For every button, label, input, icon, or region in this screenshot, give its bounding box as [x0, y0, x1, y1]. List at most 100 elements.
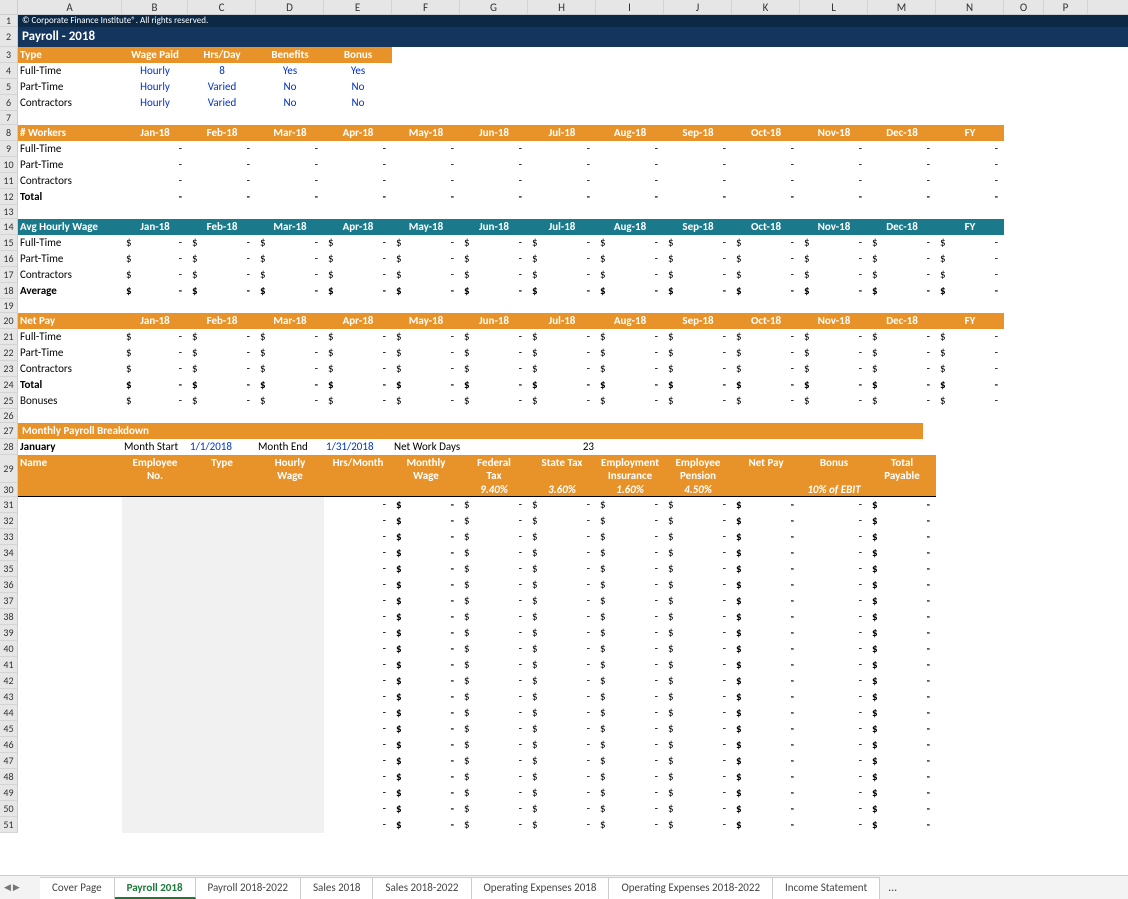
cell[interactable]: [122, 483, 188, 497]
cell[interactable]: [460, 439, 528, 455]
emppen-cell[interactable]: $-: [664, 721, 732, 737]
empins-cell[interactable]: $-: [596, 593, 664, 609]
month-Feb-18[interactable]: Feb-18: [188, 219, 256, 235]
fedtax-cell[interactable]: $-: [460, 545, 528, 561]
row-18[interactable]: 18: [0, 283, 18, 299]
type-cell[interactable]: [188, 545, 256, 561]
monthly-wage-cell[interactable]: $-: [392, 577, 460, 593]
month-FY[interactable]: FY: [936, 125, 1004, 141]
avg-val[interactable]: $-: [188, 283, 256, 299]
worker-val[interactable]: -: [324, 189, 392, 205]
row-17[interactable]: 17: [0, 267, 18, 283]
bonus-cell[interactable]: -: [800, 529, 868, 545]
statetax-cell[interactable]: $-: [528, 641, 596, 657]
statetax-cell[interactable]: $-: [528, 545, 596, 561]
month-Mar-18[interactable]: Mar-18: [256, 219, 324, 235]
bonus-note[interactable]: 10% of EBIT: [800, 483, 868, 497]
name-cell[interactable]: [18, 753, 122, 769]
emppen-cell[interactable]: $-: [664, 593, 732, 609]
name-cell[interactable]: [18, 801, 122, 817]
row-50[interactable]: 50: [0, 801, 18, 817]
hourly-cell[interactable]: [256, 769, 324, 785]
netpay-cell[interactable]: $-: [732, 801, 800, 817]
col-P[interactable]: P: [1044, 0, 1088, 14]
totalpay-cell[interactable]: $-: [868, 625, 936, 641]
avg-val[interactable]: $-: [664, 283, 732, 299]
empins-cell[interactable]: $-: [596, 801, 664, 817]
worker-val[interactable]: -: [732, 189, 800, 205]
avg-val[interactable]: $-: [324, 251, 392, 267]
name-cell[interactable]: [18, 769, 122, 785]
worker-val[interactable]: -: [460, 157, 528, 173]
worker-row-label[interactable]: Part-Time: [18, 157, 122, 173]
monthly-wage-cell[interactable]: $-: [392, 689, 460, 705]
col-O[interactable]: O: [1004, 0, 1044, 14]
cell[interactable]: [324, 483, 392, 497]
type-wage[interactable]: Hourly: [122, 79, 188, 95]
monthly-wage-cell[interactable]: $-: [392, 593, 460, 609]
net-val[interactable]: $-: [800, 377, 868, 393]
avg-val[interactable]: $-: [664, 251, 732, 267]
statetax-cell[interactable]: $-: [528, 801, 596, 817]
net-val[interactable]: $-: [800, 361, 868, 377]
avg-row-label[interactable]: Part-Time: [18, 251, 122, 267]
month-Jun-18[interactable]: Jun-18: [460, 125, 528, 141]
hourly-cell[interactable]: [256, 753, 324, 769]
hdr-netpay[interactable]: Net Pay: [18, 313, 122, 329]
net-val[interactable]: $-: [392, 393, 460, 409]
emppen-cell[interactable]: $-: [664, 673, 732, 689]
empins-cell[interactable]: $-: [596, 721, 664, 737]
row-25[interactable]: 25: [0, 393, 18, 409]
type-label[interactable]: Full-Time: [18, 63, 122, 79]
worker-val[interactable]: -: [936, 157, 1004, 173]
month-Aug-18[interactable]: Aug-18: [596, 125, 664, 141]
name-cell[interactable]: [18, 577, 122, 593]
avg-val[interactable]: $-: [800, 251, 868, 267]
net-val[interactable]: $-: [528, 345, 596, 361]
row-7[interactable]: 7: [0, 111, 18, 125]
netpay-cell[interactable]: $-: [732, 689, 800, 705]
month-Feb-18[interactable]: Feb-18: [188, 313, 256, 329]
empins-cell[interactable]: $-: [596, 753, 664, 769]
net-val[interactable]: $-: [596, 377, 664, 393]
fedtax-cell[interactable]: $-: [460, 753, 528, 769]
monthly-wage-cell[interactable]: $-: [392, 753, 460, 769]
type-bonus[interactable]: No: [324, 79, 392, 95]
bonus-cell[interactable]: -: [800, 737, 868, 753]
worker-val[interactable]: -: [392, 157, 460, 173]
type-benefits[interactable]: Yes: [256, 63, 324, 79]
totalpay-cell[interactable]: $-: [868, 769, 936, 785]
avg-val[interactable]: $-: [256, 235, 324, 251]
month-Dec-18[interactable]: Dec-18: [868, 125, 936, 141]
net-val[interactable]: $-: [392, 361, 460, 377]
net-val[interactable]: $-: [324, 345, 392, 361]
hdr-wagepaid[interactable]: Wage Paid: [122, 47, 188, 63]
empins-cell[interactable]: $-: [596, 817, 664, 833]
worker-val[interactable]: -: [122, 189, 188, 205]
row-30[interactable]: 30: [0, 483, 18, 497]
type-cell[interactable]: [188, 657, 256, 673]
empins-cell[interactable]: $-: [596, 657, 664, 673]
statetax-cell[interactable]: $-: [528, 593, 596, 609]
name-cell[interactable]: [18, 657, 122, 673]
emppen-cell[interactable]: $-: [664, 545, 732, 561]
month-Oct-18[interactable]: Oct-18: [732, 313, 800, 329]
month-May-18[interactable]: May-18: [392, 219, 460, 235]
hourly-cell[interactable]: [256, 593, 324, 609]
statetax-cell[interactable]: $-: [528, 817, 596, 833]
month-Apr-18[interactable]: Apr-18: [324, 313, 392, 329]
empno-cell[interactable]: [122, 801, 188, 817]
empno-cell[interactable]: [122, 593, 188, 609]
hrs-cell[interactable]: -: [324, 657, 392, 673]
type-cell[interactable]: [188, 673, 256, 689]
net-val[interactable]: $-: [596, 393, 664, 409]
hdr-workers[interactable]: # Workers: [18, 125, 122, 141]
statetax-cell[interactable]: $-: [528, 689, 596, 705]
fedtax-cell[interactable]: $-: [460, 529, 528, 545]
name-cell[interactable]: [18, 513, 122, 529]
worker-val[interactable]: -: [188, 141, 256, 157]
col-A[interactable]: A: [18, 0, 122, 14]
statetax-cell[interactable]: $-: [528, 785, 596, 801]
type-cell[interactable]: [188, 801, 256, 817]
net-val[interactable]: $-: [122, 377, 188, 393]
